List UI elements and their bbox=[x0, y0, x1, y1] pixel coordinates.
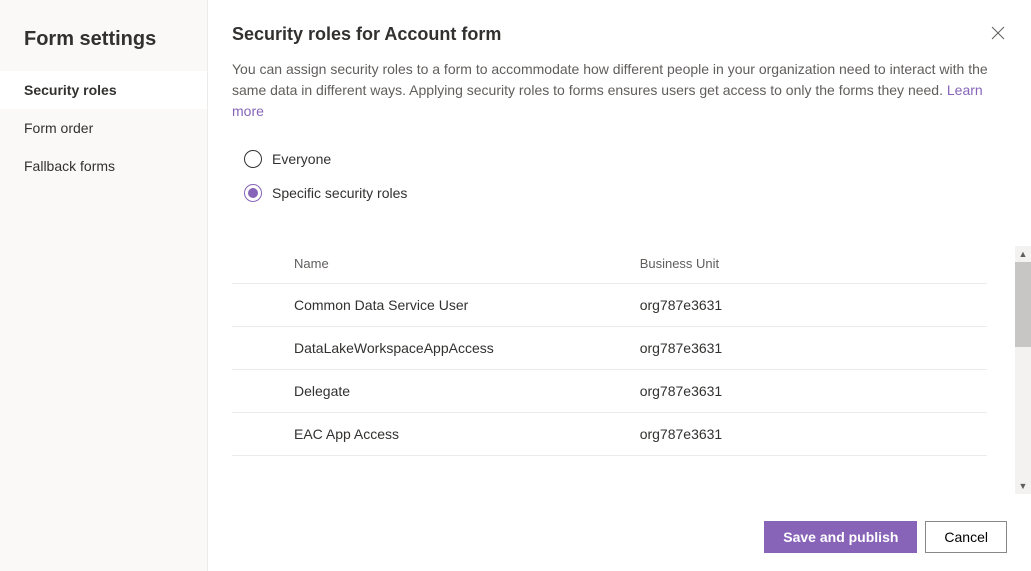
sidebar-item-label: Security roles bbox=[24, 82, 117, 98]
cell-name: DataLakeWorkspaceAppAccess bbox=[232, 327, 640, 370]
close-icon[interactable] bbox=[989, 24, 1007, 42]
sidebar-item-fallback-forms[interactable]: Fallback forms bbox=[0, 147, 207, 185]
radio-everyone-label: Everyone bbox=[272, 151, 331, 167]
cell-business-unit: org787e3631 bbox=[640, 327, 987, 370]
radio-everyone[interactable]: Everyone bbox=[244, 150, 1007, 168]
cell-name: Delegate bbox=[232, 370, 640, 413]
cell-business-unit: org787e3631 bbox=[640, 370, 987, 413]
column-header-name[interactable]: Name bbox=[232, 244, 640, 284]
scrollbar-thumb[interactable] bbox=[1015, 262, 1031, 347]
table-row[interactable]: DataLakeWorkspaceAppAccess org787e3631 bbox=[232, 327, 987, 370]
scrollbar-up-icon[interactable]: ▲ bbox=[1015, 246, 1031, 262]
radio-specific-label: Specific security roles bbox=[272, 185, 407, 201]
security-roles-table: Name Business Unit Common Data Service U… bbox=[232, 244, 987, 456]
column-header-business-unit[interactable]: Business Unit bbox=[640, 244, 987, 284]
radio-specific[interactable]: Specific security roles bbox=[244, 184, 1007, 202]
scrollbar-down-icon[interactable]: ▼ bbox=[1015, 478, 1031, 494]
sidebar: Form settings Security roles Form order … bbox=[0, 0, 208, 571]
sidebar-item-form-order[interactable]: Form order bbox=[0, 109, 207, 147]
page-title: Security roles for Account form bbox=[232, 24, 501, 45]
scrollbar[interactable]: ▲ ▼ bbox=[1015, 246, 1031, 494]
radio-circle-icon bbox=[244, 184, 262, 202]
cancel-button[interactable]: Cancel bbox=[925, 521, 1007, 553]
table-row[interactable]: Common Data Service User org787e3631 bbox=[232, 284, 987, 327]
description-text: You can assign security roles to a form … bbox=[232, 61, 988, 98]
description: You can assign security roles to a form … bbox=[232, 59, 1007, 122]
table-row[interactable]: Delegate org787e3631 bbox=[232, 370, 987, 413]
sidebar-item-label: Form order bbox=[24, 120, 93, 136]
save-publish-button[interactable]: Save and publish bbox=[764, 521, 917, 553]
sidebar-title: Form settings bbox=[0, 16, 207, 71]
main-panel: Security roles for Account form You can … bbox=[208, 0, 1031, 571]
radio-circle-icon bbox=[244, 150, 262, 168]
cell-business-unit: org787e3631 bbox=[640, 413, 987, 456]
main-header: Security roles for Account form bbox=[232, 24, 1007, 45]
footer: Save and publish Cancel bbox=[232, 501, 1007, 553]
table-container: Name Business Unit Common Data Service U… bbox=[232, 244, 1007, 501]
cell-name: EAC App Access bbox=[232, 413, 640, 456]
sidebar-item-security-roles[interactable]: Security roles bbox=[0, 71, 207, 109]
sidebar-item-label: Fallback forms bbox=[24, 158, 115, 174]
cell-name: Common Data Service User bbox=[232, 284, 640, 327]
table-row[interactable]: EAC App Access org787e3631 bbox=[232, 413, 987, 456]
cell-business-unit: org787e3631 bbox=[640, 284, 987, 327]
radio-group: Everyone Specific security roles bbox=[232, 150, 1007, 218]
